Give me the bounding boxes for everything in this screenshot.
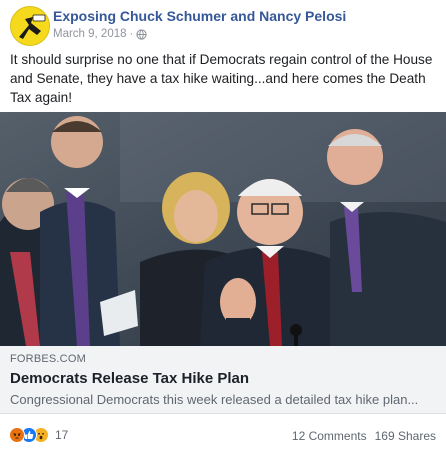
post-text: It should surprise no one that if Democr… xyxy=(10,52,433,105)
shares-count-link[interactable]: 169 Shares xyxy=(375,429,436,443)
link-preview-image[interactable] xyxy=(0,112,446,346)
link-preview-card[interactable]: FORBES.COM Democrats Release Tax Hike Pl… xyxy=(0,346,446,414)
engagement-stats: 12 Comments 169 Shares xyxy=(292,429,436,443)
page-name-link[interactable]: Exposing Chuck Schumer and Nancy Pelosi xyxy=(53,8,346,24)
link-description: Congressional Democrats this week releas… xyxy=(10,392,419,407)
post-footer: 17 12 Comments 169 Shares xyxy=(0,420,446,450)
post-meta: March 9, 2018 · xyxy=(53,28,147,40)
press-conference-photo xyxy=(0,112,446,346)
reaction-count: 17 xyxy=(55,428,69,442)
avatar-emblem-icon xyxy=(12,8,49,45)
meta-separator: · xyxy=(129,28,134,40)
comments-count-link[interactable]: 12 Comments xyxy=(292,429,367,443)
angry-reaction-icon xyxy=(9,427,25,443)
page-avatar[interactable] xyxy=(10,6,50,46)
globe-icon[interactable] xyxy=(136,28,147,40)
post-timestamp[interactable]: March 9, 2018 xyxy=(53,28,127,40)
reactions-summary[interactable]: 17 xyxy=(9,427,68,443)
link-domain: FORBES.COM xyxy=(10,353,86,365)
link-title[interactable]: Democrats Release Tax Hike Plan xyxy=(10,370,436,388)
post-header: Exposing Chuck Schumer and Nancy Pelosi … xyxy=(0,0,446,46)
